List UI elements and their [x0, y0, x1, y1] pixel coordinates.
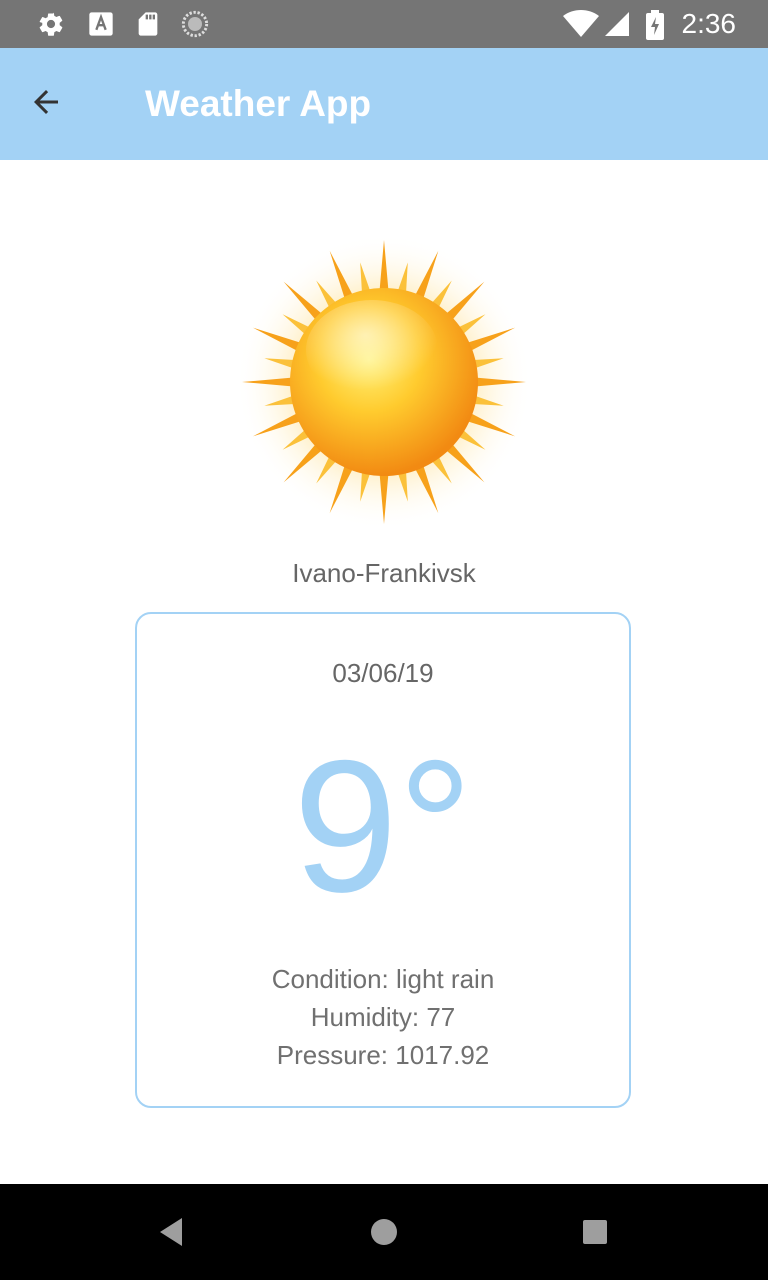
navigation-bar	[0, 1184, 768, 1280]
settings-icon	[37, 10, 65, 38]
recents-square-icon[interactable]	[575, 1212, 615, 1252]
condition-text: Condition: light rain	[271, 964, 495, 994]
weather-card: 03/06/19 9° Condition: light rain Humidi…	[135, 612, 631, 1108]
sync-icon	[181, 10, 209, 38]
pressure-text: Pressure: 1017.92	[276, 1040, 490, 1070]
font-a-icon	[87, 10, 115, 38]
weather-date: 03/06/19	[332, 658, 434, 688]
wifi-icon	[563, 10, 599, 38]
sd-card-icon	[134, 10, 162, 38]
sun-icon	[234, 232, 534, 532]
city-name: Ivano-Frankivsk	[292, 558, 476, 588]
weather-details: Condition: light rain Humidity: 77 Press…	[137, 960, 629, 1074]
cellular-signal-icon	[603, 10, 631, 38]
back-triangle-icon[interactable]	[152, 1212, 192, 1252]
temperature: 9°	[293, 721, 473, 931]
status-time: 2:36	[681, 8, 737, 39]
status-bar: 2:36	[0, 0, 768, 48]
arrow-back-icon	[28, 84, 64, 125]
app-title: Weather App	[145, 83, 372, 124]
back-button[interactable]	[20, 78, 72, 130]
battery-charging-icon	[645, 10, 669, 40]
app-bar: Weather App	[0, 48, 768, 160]
humidity-text: Humidity: 77	[310, 1002, 456, 1032]
home-circle-icon[interactable]	[364, 1212, 404, 1252]
